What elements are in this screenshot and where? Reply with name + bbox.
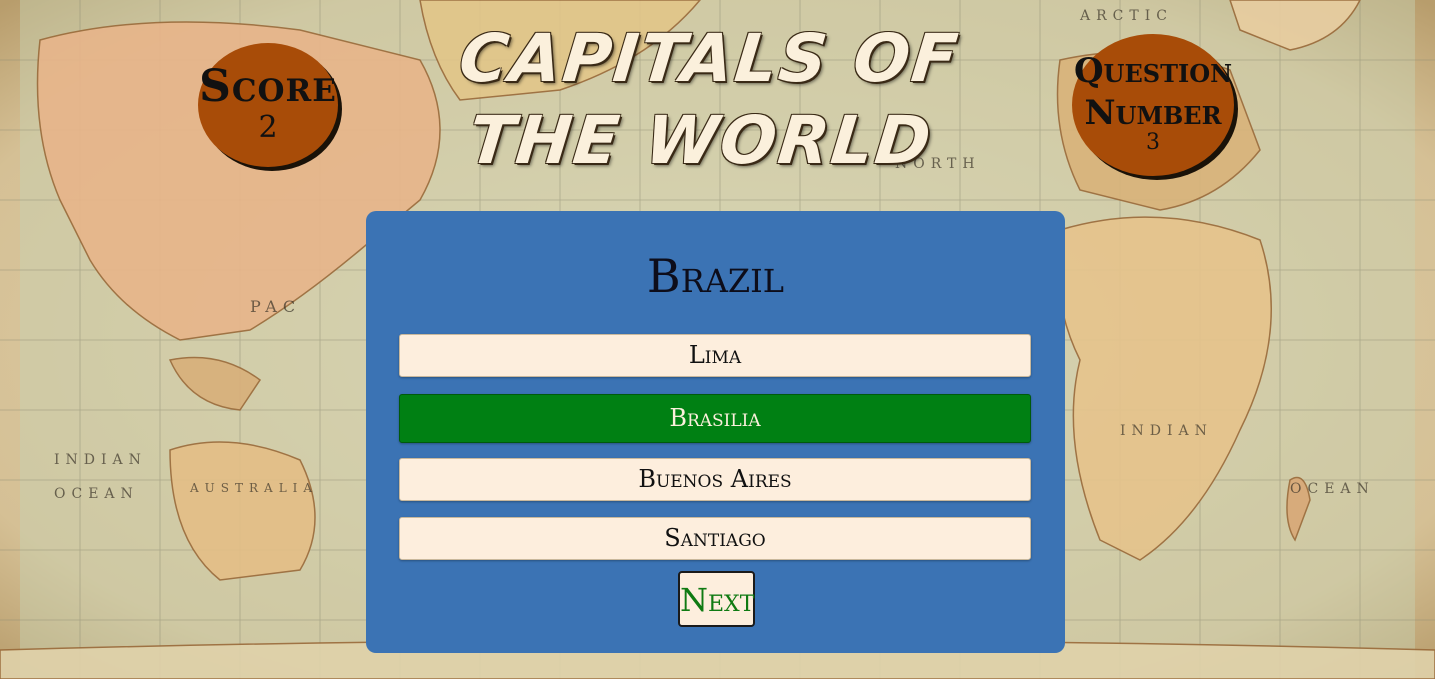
svg-text:AUSTRALIA: AUSTRALIA	[189, 481, 318, 495]
map-label-ocean-left: OCEAN	[54, 486, 139, 502]
question-number-badge: Question Number 3	[1072, 34, 1234, 176]
answer-button-buenos-aires[interactable]: Buenos Aires	[399, 458, 1031, 501]
question-number-label: Question Number	[1073, 51, 1233, 133]
score-label: Score	[199, 61, 337, 112]
game-title: Capitals of the World	[455, 20, 964, 179]
svg-text:PAC: PAC	[250, 297, 301, 316]
map-label-indian: INDIAN	[54, 452, 147, 468]
country-name: Brazil	[646, 249, 785, 303]
score-value: 2	[258, 110, 278, 145]
quiz-panel: Brazil Lima Brasilia Buenos Aires Santia…	[366, 211, 1065, 653]
answer-button-brasilia[interactable]: Brasilia	[399, 394, 1031, 443]
answer-button-lima[interactable]: Lima	[399, 334, 1031, 377]
next-button[interactable]: Next	[678, 571, 755, 627]
svg-text:INDIAN: INDIAN	[1120, 423, 1213, 439]
score-badge: Score 2	[198, 43, 338, 167]
svg-text:OCEAN: OCEAN	[1290, 481, 1375, 497]
answer-button-santiago[interactable]: Santiago	[399, 517, 1031, 560]
svg-text:ARCTIC: ARCTIC	[1079, 8, 1173, 24]
